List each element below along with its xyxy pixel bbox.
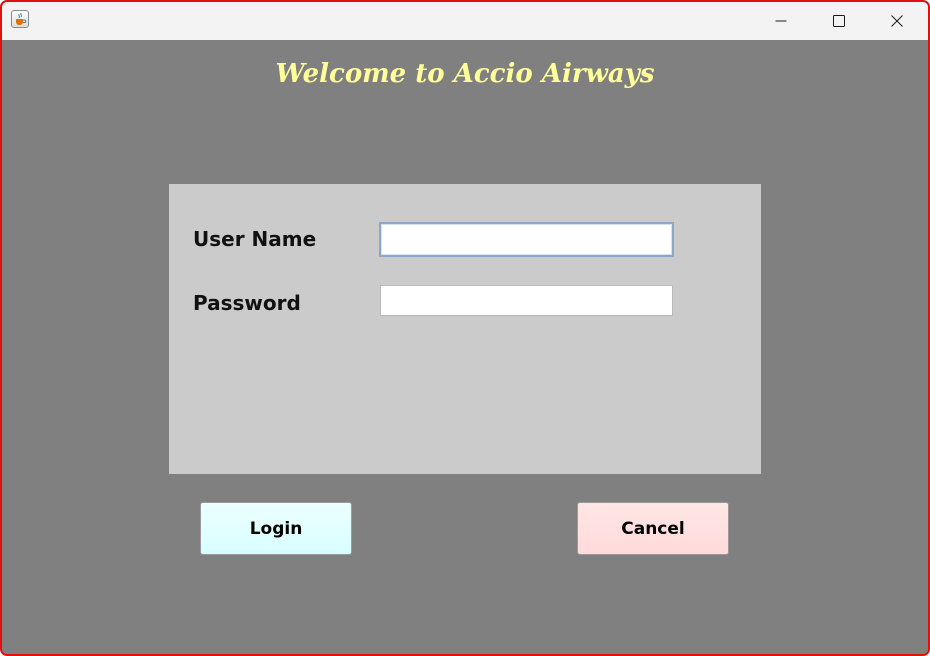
- app-window: Welcome to Accio Airways User Name Passw…: [0, 0, 930, 656]
- minimize-icon: [775, 20, 787, 22]
- welcome-heading: Welcome to Accio Airways: [275, 59, 655, 89]
- login-form-panel: User Name Password: [169, 184, 761, 474]
- minimize-button[interactable]: [752, 2, 810, 40]
- maximize-button[interactable]: [810, 2, 868, 40]
- java-cup-icon[interactable]: [11, 10, 29, 28]
- content-pane: Welcome to Accio Airways User Name Passw…: [2, 40, 928, 654]
- cancel-button[interactable]: Cancel: [577, 502, 729, 555]
- close-button[interactable]: [868, 2, 926, 40]
- password-field[interactable]: [380, 285, 673, 316]
- maximize-icon: [833, 15, 845, 27]
- close-icon: [891, 15, 903, 27]
- username-label: User Name: [193, 227, 317, 251]
- title-bar[interactable]: [2, 2, 928, 40]
- password-label: Password: [193, 291, 301, 315]
- username-field[interactable]: [379, 222, 674, 257]
- login-button[interactable]: Login: [200, 502, 352, 555]
